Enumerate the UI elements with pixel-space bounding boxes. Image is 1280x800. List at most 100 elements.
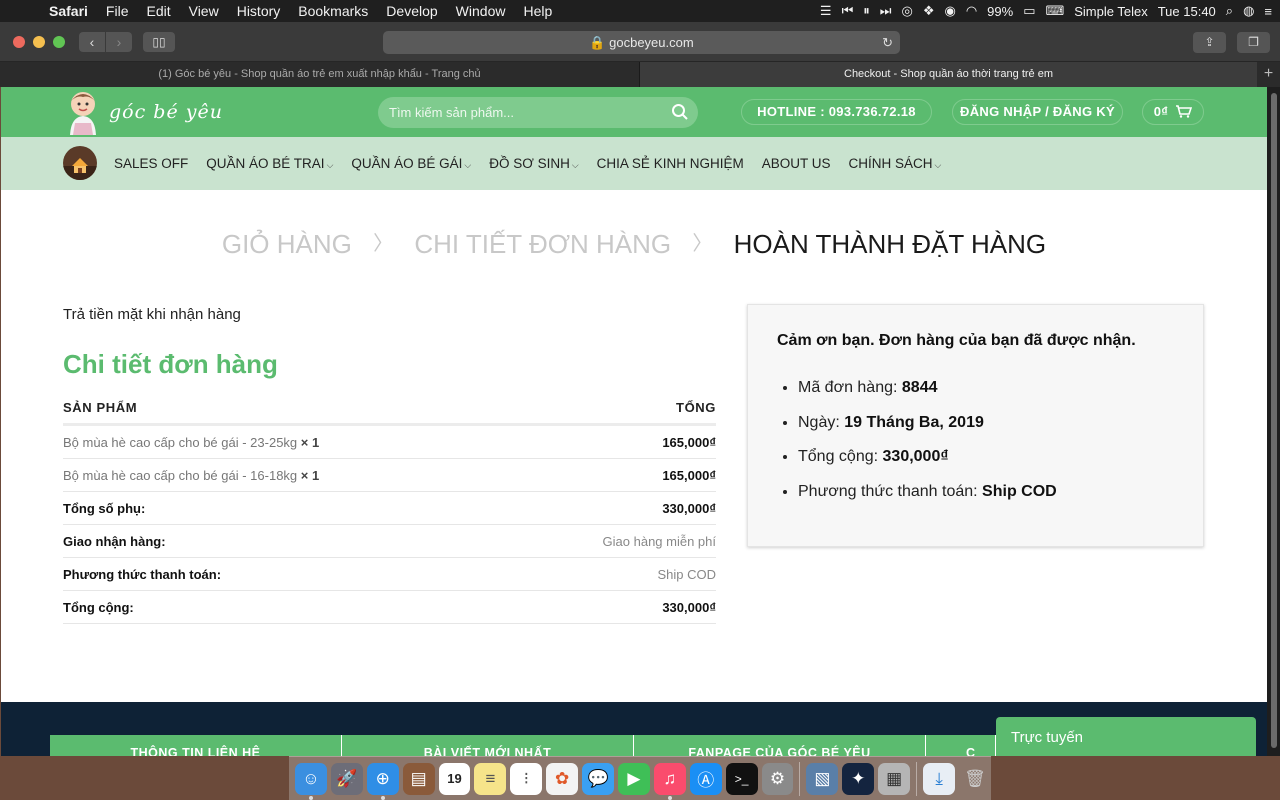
back-button[interactable]: ‹ xyxy=(79,32,105,52)
nav-item-newborn[interactable]: ĐỒ SƠ SINH ⌵ xyxy=(489,156,578,171)
table-row: Bộ mùa hè cao cấp cho bé gái - 23-25kg ×… xyxy=(63,426,716,459)
hotline-button[interactable]: HOTLINE : 093.736.72.18 xyxy=(741,99,932,125)
input-source-icon[interactable]: ⌨ xyxy=(1045,3,1064,19)
close-window-button[interactable] xyxy=(13,36,25,48)
footer-tab-contact[interactable]: THÔNG TIN LIÊN HỆ xyxy=(50,735,342,756)
media-prev-icon[interactable]: ⏮ xyxy=(842,3,854,19)
footer-tab-more[interactable]: C xyxy=(926,735,996,756)
menu-safari[interactable]: Safari xyxy=(40,3,97,19)
app-store-icon[interactable]: Ⓐ xyxy=(689,762,722,795)
notification-center-icon[interactable]: ≡ xyxy=(1264,4,1272,19)
home-icon[interactable] xyxy=(63,146,97,180)
tab-home[interactable]: (1) Góc bé yêu - Shop quần áo trẻ em xuấ… xyxy=(0,62,640,87)
messages-icon[interactable]: 💬 xyxy=(582,762,615,795)
chevron-down-icon: ⌵ xyxy=(571,160,579,170)
safari-icon[interactable]: ⊕ xyxy=(366,762,399,800)
minimize-window-button[interactable] xyxy=(33,36,45,48)
sync-icon[interactable]: ◉ xyxy=(944,3,955,19)
web-page: góc bé yêu HOTLINE : 093.736.72.18 ĐĂNG … xyxy=(1,87,1267,756)
menu-window[interactable]: Window xyxy=(447,3,515,19)
menu-develop[interactable]: Develop xyxy=(377,3,446,19)
terminal-icon[interactable]: >_ xyxy=(725,762,758,795)
share-button[interactable]: ⇪ xyxy=(1193,32,1226,53)
reminders-icon[interactable]: ⁝ xyxy=(510,762,543,795)
menu-history[interactable]: History xyxy=(228,3,290,19)
scrollbar-thumb[interactable] xyxy=(1271,93,1277,748)
battery-icon[interactable]: ▭ xyxy=(1023,3,1035,19)
page-scrollbar[interactable] xyxy=(1267,87,1280,756)
menu-view[interactable]: View xyxy=(180,3,228,19)
nav-label: ABOUT US xyxy=(761,156,831,171)
media-pause-icon[interactable]: ⏸ xyxy=(863,3,870,19)
menu-edit[interactable]: Edit xyxy=(137,3,179,19)
show-tabs-button[interactable]: ❐ xyxy=(1237,32,1270,53)
footer-tab-latest-posts[interactable]: BÀI VIẾT MỚI NHẤT xyxy=(342,735,634,756)
nav-item-sales-off[interactable]: SALES OFF xyxy=(114,156,188,171)
address-bar[interactable]: 🔒 gocbeyeu.com ↻ xyxy=(383,31,900,54)
photos-icon[interactable]: ✿ xyxy=(546,762,579,795)
tab-checkout[interactable]: Checkout - Shop quần áo thời trang trẻ e… xyxy=(640,62,1257,87)
dropbox-icon[interactable]: ❖ xyxy=(923,3,935,19)
table-row: Bộ mùa hè cao cấp cho bé gái - 16-18kg ×… xyxy=(63,459,716,492)
product-quantity: × 1 xyxy=(300,467,320,483)
search-input[interactable] xyxy=(378,97,648,128)
nav-item-girls-clothes[interactable]: QUẦN ÁO BÉ GÁI ⌵ xyxy=(351,156,471,171)
wifi-icon[interactable]: ◠ xyxy=(966,3,977,19)
preview-icon[interactable]: ▧ xyxy=(806,762,839,795)
media-next-icon[interactable]: ⏭ xyxy=(880,3,892,19)
sidebar-toggle-button[interactable]: ▯▯ xyxy=(143,32,175,52)
product-name-link[interactable]: Bộ mùa hè cao cấp cho bé gái - 23-25kg xyxy=(63,435,297,450)
macos-dock: ☺ 🚀 ⊕ ▤ 19 ≡ ⁝ ✿ 💬 ▶ ♫ Ⓐ >_ ⚙ ▧ ✦ ▦ ⤓ 🗑 xyxy=(289,756,991,800)
launchpad-icon[interactable]: 🚀 xyxy=(330,762,363,795)
forward-button[interactable]: › xyxy=(106,32,132,52)
downloads-icon[interactable]: ⤓ xyxy=(923,762,956,795)
spotlight-icon[interactable]: ⌕ xyxy=(1226,3,1233,19)
site-header: góc bé yêu HOTLINE : 093.736.72.18 ĐĂNG … xyxy=(1,87,1267,137)
online-chat-widget[interactable]: Trực tuyến xyxy=(996,717,1256,756)
system-preferences-icon[interactable]: ⚙ xyxy=(761,762,794,795)
order-method: Ship COD xyxy=(982,483,1057,501)
status-menus: ☰ ⏮ ⏸ ⏭ ◎ ❖ ◉ ◠ 99% ▭ ⌨ Simple Telex Tue… xyxy=(820,0,1272,22)
nav-menu: SALES OFF QUẦN ÁO BÉ TRAI ⌵ QUẦN ÁO BÉ GÁ… xyxy=(114,137,959,190)
list-icon[interactable]: ☰ xyxy=(820,3,832,19)
reload-icon[interactable]: ↻ xyxy=(882,31,893,54)
creative-cloud-icon[interactable]: ◎ xyxy=(901,3,912,19)
nav-item-boys-clothes[interactable]: QUẦN ÁO BÉ TRAI ⌵ xyxy=(206,156,333,171)
itunes-icon[interactable]: ♫ xyxy=(653,762,686,800)
column-header-product: SẢN PHẨM xyxy=(63,400,138,415)
finder-icon[interactable]: ☺ xyxy=(295,762,327,800)
nav-item-about-us[interactable]: ABOUT US xyxy=(762,156,831,171)
nav-item-experience[interactable]: CHIA SẺ KINH NGHIỆM xyxy=(597,156,744,171)
fullscreen-window-button[interactable] xyxy=(53,36,65,48)
document-icon[interactable]: ▦ xyxy=(878,762,911,795)
nav-label: QUẦN ÁO BÉ GÁI xyxy=(351,156,463,171)
product-name-link[interactable]: Bộ mùa hè cao cấp cho bé gái - 16-18kg xyxy=(63,468,297,483)
battery-percent[interactable]: 99% xyxy=(987,4,1013,19)
nav-item-policy[interactable]: CHÍNH SÁCH ⌵ xyxy=(848,156,941,171)
search-icon[interactable] xyxy=(671,103,689,121)
step-order-details[interactable]: CHI TIẾT ĐƠN HÀNG xyxy=(414,229,671,259)
menu-clock[interactable]: Tue 15:40 xyxy=(1158,4,1216,19)
input-source-label[interactable]: Simple Telex xyxy=(1074,4,1147,19)
siri-icon[interactable]: ◍ xyxy=(1243,3,1254,19)
calendar-icon[interactable]: 19 xyxy=(438,762,471,795)
site-logo[interactable]: góc bé yêu xyxy=(63,89,223,135)
facetime-icon[interactable]: ▶ xyxy=(618,762,650,795)
checkout-steps: GIỎ HÀNG 〉 CHI TIẾT ĐƠN HÀNG 〉 HOÀN THÀN… xyxy=(1,227,1267,260)
footer-tab-fanpage[interactable]: FANPAGE CỦA GÓC BÉ YÊU xyxy=(634,735,926,756)
new-tab-button[interactable]: + xyxy=(1257,62,1280,87)
step-cart[interactable]: GIỎ HÀNG xyxy=(222,229,352,259)
wallpaper-icon[interactable]: ✦ xyxy=(842,762,875,795)
order-received-box: Cảm ơn bạn. Đơn hàng của bạn đã được nhậ… xyxy=(747,304,1204,547)
trash-icon[interactable]: 🗑 xyxy=(959,763,991,795)
menu-file[interactable]: File xyxy=(97,3,138,19)
menu-help[interactable]: Help xyxy=(514,3,561,19)
logo-text: góc bé yêu xyxy=(109,101,223,123)
menu-bookmarks[interactable]: Bookmarks xyxy=(289,3,377,19)
login-register-button[interactable]: ĐĂNG NHẬP / ĐĂNG KÝ xyxy=(952,99,1123,125)
notes-icon[interactable]: ≡ xyxy=(474,762,507,795)
cart-button[interactable]: 0₫ xyxy=(1142,99,1204,125)
main-nav: SALES OFF QUẦN ÁO BÉ TRAI ⌵ QUẦN ÁO BÉ GÁ… xyxy=(1,137,1267,190)
notebook-icon[interactable]: ▤ xyxy=(402,762,435,795)
order-number: 8844 xyxy=(901,379,938,396)
